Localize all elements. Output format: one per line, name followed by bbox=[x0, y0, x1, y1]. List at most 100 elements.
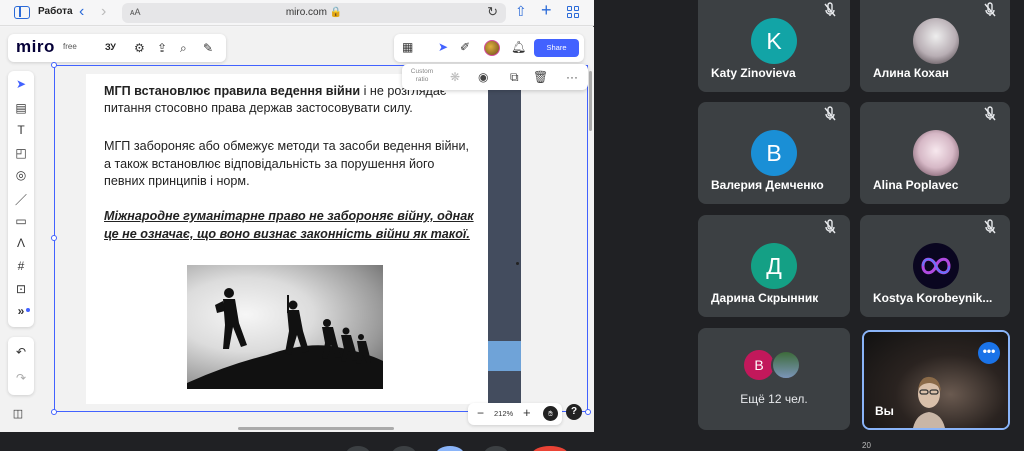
cursor-icon[interactable]: ➤ bbox=[438, 40, 448, 54]
url-text: miro.com 🔒 bbox=[285, 7, 343, 18]
more-participants-tile[interactable]: В Ещё 12 чел. bbox=[698, 328, 850, 430]
search-icon[interactable]: ⌕ bbox=[180, 41, 187, 56]
participant-mini-photo bbox=[771, 350, 801, 380]
self-video-tile[interactable]: Вы ••• bbox=[862, 330, 1010, 430]
text-tool-icon[interactable]: T bbox=[8, 123, 34, 137]
board-list-icon[interactable]: ◫ bbox=[8, 404, 28, 424]
infinity-avatar-icon bbox=[921, 257, 951, 275]
more-participants-label: Ещё 12 чел. bbox=[740, 392, 808, 406]
tab-overview-icon[interactable] bbox=[567, 6, 579, 18]
copy-icon[interactable]: ⧉ bbox=[510, 70, 519, 85]
sticky-note-icon[interactable]: ◰ bbox=[8, 146, 34, 160]
participant-name: Валерия Демченко bbox=[711, 178, 824, 192]
participant-name: Kostya Korobeynik... bbox=[873, 291, 993, 305]
participant-photo-avatar bbox=[913, 18, 959, 64]
hand-tool-icon[interactable]: ✋︎ bbox=[543, 406, 558, 421]
meet-controls-edge bbox=[346, 446, 567, 451]
select-tool-icon[interactable]: ➤ bbox=[8, 77, 34, 91]
share-button-label: Share bbox=[546, 43, 567, 52]
visibility-icon[interactable]: ◉ bbox=[478, 70, 488, 84]
mic-off-icon bbox=[824, 219, 836, 234]
frame-tool-icon[interactable]: # bbox=[8, 259, 34, 273]
help-button[interactable]: ? bbox=[566, 404, 582, 420]
magic-icon[interactable]: ✎ bbox=[203, 41, 213, 55]
participant-tile[interactable]: Kostya Korobeynik... bbox=[860, 215, 1010, 317]
upload-icon[interactable]: ⇪ bbox=[157, 41, 167, 55]
participant-name: Alina Poplavec bbox=[873, 178, 959, 192]
notification-dot bbox=[26, 308, 30, 312]
participant-avatar: Д bbox=[751, 243, 797, 289]
new-tab-icon[interactable]: + bbox=[541, 0, 552, 21]
redo-icon[interactable]: ↷ bbox=[8, 371, 34, 385]
more-tools-icon[interactable]: » bbox=[8, 304, 34, 318]
more-options-icon[interactable]: ··· bbox=[566, 70, 578, 84]
user-avatar[interactable] bbox=[484, 40, 500, 56]
mic-off-icon bbox=[984, 219, 996, 234]
sidebar-toggle-icon[interactable] bbox=[14, 6, 30, 19]
slide-paragraph-1-bold: МГП встановлює правила ведення війни bbox=[104, 84, 361, 98]
participant-tile[interactable]: Alina Poplavec bbox=[860, 102, 1010, 204]
resize-handle[interactable] bbox=[51, 409, 57, 415]
templates-icon[interactable]: ▤ bbox=[8, 101, 34, 115]
browser-window: Работа ‹ › ᴀA miro.com 🔒 ↻ ⇧ + miro free… bbox=[0, 0, 594, 432]
mic-off-icon bbox=[824, 106, 836, 121]
miro-logo[interactable]: miro bbox=[16, 37, 55, 57]
browser-toolbar: Работа ‹ › ᴀA miro.com 🔒 ↻ ⇧ + bbox=[0, 0, 594, 26]
color-icon[interactable]: ❋ bbox=[450, 70, 460, 84]
object-context-menu: Custom ratio ❋ ◉ ⧉ 🗑︎ ··· bbox=[402, 64, 588, 90]
resize-handle[interactable] bbox=[51, 62, 57, 68]
plan-badge[interactable]: free bbox=[63, 42, 77, 51]
address-bar[interactable]: ᴀA miro.com 🔒 ↻ bbox=[122, 3, 506, 23]
participant-mini-avatar: В bbox=[744, 350, 774, 380]
mic-off-icon bbox=[984, 106, 996, 121]
soldiers-silhouette bbox=[187, 288, 383, 389]
participant-tile[interactable]: В Валерия Демченко bbox=[698, 102, 850, 204]
participant-avatar: K bbox=[751, 18, 797, 64]
participant-tile[interactable]: Д Дарина Скрынник bbox=[698, 215, 850, 317]
share-button[interactable]: Share bbox=[534, 39, 579, 57]
resize-handle[interactable] bbox=[51, 235, 57, 241]
left-toolbar: ➤ ▤ T ◰ ◎ ／ ▭ Λ # ⊡ » bbox=[8, 71, 34, 327]
reactions-icon[interactable]: ✐ bbox=[460, 40, 470, 54]
participant-avatar: В bbox=[751, 130, 797, 176]
participant-photo-avatar bbox=[913, 130, 959, 176]
undo-icon[interactable]: ↶ bbox=[8, 345, 34, 359]
participant-photo-avatar bbox=[913, 243, 959, 289]
zoom-controls: − 212% + ✋︎ bbox=[468, 403, 562, 425]
delete-icon[interactable]: 🗑︎ bbox=[533, 70, 548, 84]
settings-icon[interactable]: ⚙ bbox=[134, 41, 145, 55]
participant-tile[interactable]: K Katy Zinovieva bbox=[698, 0, 850, 92]
self-video-person bbox=[913, 376, 945, 428]
screen: Работа ‹ › ᴀA miro.com 🔒 ↻ ⇧ + miro free… bbox=[0, 0, 1024, 451]
bell-icon[interactable]: 🔔︎ bbox=[511, 40, 526, 54]
zoom-out-button[interactable]: − bbox=[477, 406, 484, 420]
soldiers-photo[interactable] bbox=[187, 265, 383, 389]
zoom-in-button[interactable]: + bbox=[523, 405, 531, 420]
self-more-options-button[interactable]: ••• bbox=[978, 342, 1000, 364]
share-icon[interactable]: ⇧ bbox=[515, 3, 527, 20]
miro-top-bar: miro free ЗУ ⚙ ⇪ ⌕ ✎ bbox=[8, 34, 226, 62]
board-name[interactable]: ЗУ bbox=[105, 42, 116, 52]
participant-name: Katy Zinovieva bbox=[711, 66, 796, 80]
help-button-label: ? bbox=[570, 406, 578, 417]
comment-icon[interactable]: ▭ bbox=[8, 214, 34, 228]
participant-tile[interactable]: Алина Кохан bbox=[860, 0, 1010, 92]
participant-name: Алина Кохан bbox=[873, 66, 949, 80]
back-icon[interactable]: ‹ bbox=[79, 3, 84, 21]
horizontal-scrollbar[interactable] bbox=[238, 427, 394, 430]
forward-icon[interactable]: › bbox=[101, 3, 106, 21]
upload-tool-icon[interactable]: ⊡ bbox=[8, 282, 34, 296]
reload-icon[interactable]: ↻ bbox=[487, 4, 498, 20]
draw-tool-icon[interactable]: Λ bbox=[8, 236, 34, 250]
tab-group-label[interactable]: Работа bbox=[38, 6, 73, 17]
custom-ratio-label[interactable]: Custom ratio bbox=[408, 68, 436, 84]
vertical-scrollbar[interactable] bbox=[589, 71, 592, 131]
pen-tool-icon[interactable]: ／ bbox=[8, 191, 34, 208]
apps-icon[interactable]: ▦ bbox=[402, 40, 413, 54]
miro-canvas[interactable]: miro free ЗУ ⚙ ⇪ ⌕ ✎ ▦ ➤ ✐ 🔔︎ Share ➤ ▤ bbox=[0, 27, 594, 432]
zoom-level[interactable]: 212% bbox=[494, 409, 513, 418]
shapes-icon[interactable]: ◎ bbox=[8, 168, 34, 182]
resize-handle[interactable] bbox=[585, 409, 591, 415]
mic-off-icon bbox=[984, 2, 996, 17]
participant-name: Дарина Скрынник bbox=[711, 291, 819, 305]
